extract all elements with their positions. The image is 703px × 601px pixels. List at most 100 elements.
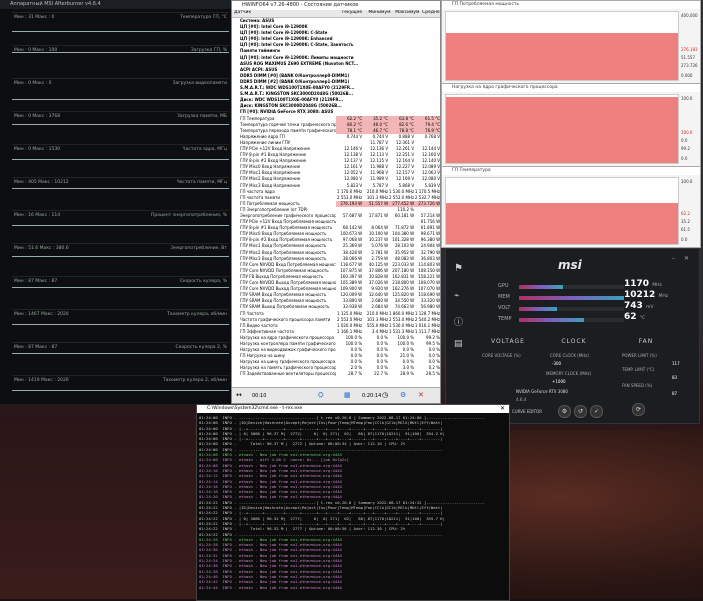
graph-range-label: Мин : 16 Макс : 114 [14,213,61,218]
power-limit-value[interactable]: 117 [672,361,680,366]
graph-avg-value: 99.2 [681,146,690,151]
graph-line [12,287,229,288]
console-line-text: 01:24:22 INFO - ------------------------… [199,499,485,505]
hwinfo-table-header: Датчик Текущее Минимум Максимум Среднее [232,10,440,18]
console-line-text: 01:24:26 INFO - ethash - New job from eu… [199,536,342,542]
minimize-icon[interactable]: – [672,255,675,262]
hwinfo-sensors-window: HWiNFO64 v7.26-4800 - Состояние датчиков… [231,0,441,404]
graph-range-label: Мин : 0 Макс : 1530 [14,147,61,152]
monitor-graph-panel: Мин : 0 Макс : 1530 Частота ядра, МГц [12,144,229,173]
graph-min-value: 35.2 [681,219,690,224]
column-header-sensor[interactable]: Датчик [232,10,341,17]
fan-auto-icon[interactable]: ⟳ [632,403,645,416]
apply-icon[interactable]: ✓ [590,405,603,418]
miner-console-window: C:\Windows\System32\cmd.exe - t-rex.exe … [196,404,510,601]
reset-icon[interactable]: ↺ [574,405,587,418]
temp-limit-value[interactable]: 83 [672,375,677,380]
settings-icon[interactable]: ⚙ [558,405,571,418]
memory-clock-readout: 10212 MHz [624,290,668,300]
graph-metric-label: Процент энергопотребления, % [150,213,227,218]
column-header-max[interactable]: Максимум [395,10,422,17]
column-header-min[interactable]: Минимум [368,10,395,17]
memory-clock-offset-value[interactable]: +1000 [552,379,566,384]
elapsed-time: 0:20:14 [362,393,382,399]
arrows-icon[interactable]: ↔ [236,391,242,399]
hardware-monitor-title[interactable]: Аппаратный MSI Afterburner v4.6.4 [0,0,232,9]
console-output[interactable]: 01:24:00 INFO - ------------------------… [199,415,507,599]
graph-line [12,353,229,354]
console-line-text: 01:24:06 INFO - ethash - New job from eu… [199,452,342,458]
monitor-graph-panel: Мин : 1467 Макс : 2020 Тахометр кулера, о… [12,309,229,338]
sensor-value: 28.9 % [400,371,415,377]
memory-clock-value: 10212 [624,290,656,300]
console-line-text: 01:24:12 INFO - ethash - New job from eu… [199,473,342,479]
sensor-value: 22.7 % [374,371,389,377]
msi-afterburner-window: msi – ✕ ⚑ ⌁ ⓘ ▤ GPU 1170 MHz MEM 10212 M… [445,248,700,424]
tab-fan[interactable]: FAN [618,335,674,349]
graph-max-label: 100.0 [681,179,693,184]
graph-line [12,99,229,100]
console-line-text: 01:24:22 INFO - ------------------------… [199,531,443,537]
graph-window-title[interactable]: ГП Потребляемая мощность [442,1,700,9]
report-icon[interactable]: ▦ [344,391,351,399]
monitor-graph-panel: Мин : 87 Макс : 87 Скорость кулера 2, % [12,342,229,371]
hardware-monitor-window: Аппаратный MSI Afterburner v4.6.4 Мин : … [0,0,233,404]
graph-line [12,52,229,53]
graph-avg-value: 61.5 [681,227,690,232]
monitor-graph-panel: Мин : 0 Макс : 3768 Загрузка памяти, МБ [12,111,229,140]
graph-range-label: Мин : 1467 Макс : 2020 [14,312,69,317]
voltage-label: VOLT [498,305,511,311]
core-clock-label: CORE CLOCK (MHz) [550,353,589,358]
graph-window-title[interactable]: ГП Температура [442,167,700,175]
graph-line [12,390,229,391]
sensor-row[interactable]: ГП Задействованные вентиляторы процессор… [232,371,440,377]
voltage-readout: 743 mV [624,301,653,311]
monitor-graph-panel: Мин : 405 Макс : 10212 Частота памяти, МГ… [12,177,229,206]
fan-speed-value[interactable]: 87 [672,391,677,396]
hwinfo-sensor-table[interactable]: Система: ASUS ЦП [#0]: Intel Core i9-1290… [232,18,440,388]
tab-voltage[interactable]: VOLTAGE [480,335,536,349]
hwinfo-toolbar: ↔ 00:10 ⛭ ▦ 0:20:14 ◷ ⚙ ✕ [232,387,440,403]
gpu-name: NVIDIA GeForce RTX 3080 [516,389,568,394]
column-header-average[interactable]: Среднее [422,10,440,17]
graph-zero-label: 0.0 [681,156,688,161]
core-clock-value[interactable]: -300 [552,361,561,366]
graph-plot-area [445,94,679,164]
monitor-graph-panel: Мин : 87 Макс : 87 Скорость кулера, % [12,276,229,305]
close-icon[interactable]: ✕ [500,405,505,412]
gpu-clock-label: GPU [498,283,509,289]
close-icon[interactable]: ✕ [684,255,689,262]
graph-range-label: Мин : 51.6 Макс : 380.6 [14,246,69,251]
graph-range-label: Мин : 87 Макс : 87 [14,279,58,284]
graph-current-value: 62.2 [681,211,690,216]
console-line-text: 01:24:40 INFO - ethash - New job from eu… [199,573,342,579]
kombustor-icon[interactable]: ⚑ [454,263,463,274]
graph-line [12,225,229,226]
console-line-text: 01:24:32 INFO - ethash - New job from eu… [199,552,342,558]
sensor-name: ГП Задействованные вентиляторы процессор… [240,371,337,377]
graph-range-label: Мин : 405 Макс : 10212 [14,180,69,185]
oc-scanner-icon[interactable]: ⌁ [454,291,459,301]
memory-clock-unit: MHz [658,294,669,299]
settings-icon[interactable]: ⚙ [400,391,406,399]
close-icon[interactable]: ✕ [418,391,424,399]
gpu-clock-bar [519,285,624,289]
curve-editor-button[interactable]: CURVE EDITOR [512,409,542,414]
network-icon[interactable]: ⛭ [318,391,324,400]
graph-range-label: Мин : 0 Макс : 0 [14,81,52,86]
power-limit-label: POWER LIMIT (%) [622,353,657,358]
app-version: 4.6.4 [516,397,527,402]
graph-window-title[interactable]: Нагрузка на ядро графического процессора [442,84,700,92]
hwinfo-title[interactable]: HWiNFO64 v7.26-4800 - Состояние датчиков [232,1,440,10]
console-line-text: 01:24:20 INFO - ethash - New job from eu… [199,494,342,500]
clock-icon[interactable]: ◷ [382,391,388,399]
info-icon[interactable]: ⓘ [454,315,463,328]
graph-window-power: ГП Потребляемая мощность 400.000 276.193… [441,0,701,84]
tab-clock[interactable]: CLOCK [546,335,602,349]
monitor-icon[interactable]: ▤ [454,339,463,349]
console-line-text: 01:24:22 INFO - | 0| 3080 | 96.52 M| 277… [199,515,445,521]
console-title[interactable]: C:\Windows\System32\cmd.exe - t-rex.exe [197,405,509,413]
column-header-current[interactable]: Текущее [341,10,368,17]
console-line-text: 01:24:18 INFO - ethash - New job from eu… [199,489,342,495]
graph-metric-label: Энергопотребление, Вт [170,246,227,251]
